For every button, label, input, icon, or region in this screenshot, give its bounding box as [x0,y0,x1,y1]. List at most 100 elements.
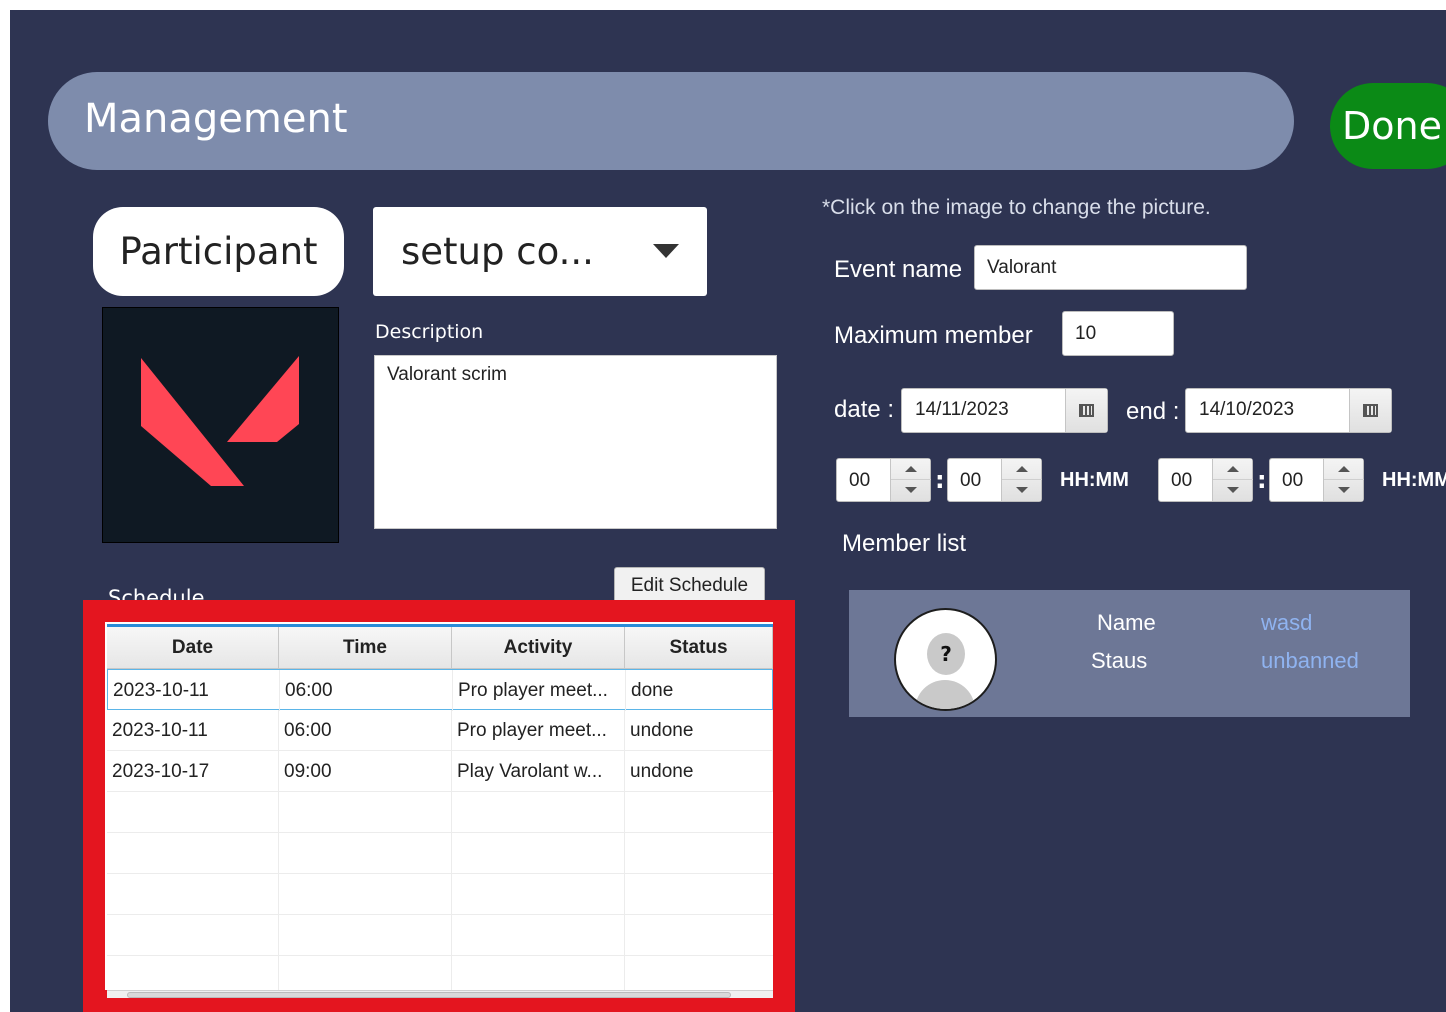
event-name-input[interactable]: Valorant [974,245,1247,290]
empty-cell [107,956,279,990]
cell-time: 06:00 [279,710,452,751]
image-hint-text: *Click on the image to change the pictur… [822,196,1211,219]
empty-row [107,874,773,915]
empty-cell [452,792,625,833]
chevron-down-icon [1016,487,1028,493]
chevron-down-icon[interactable] [653,244,679,258]
spinner-buttons [890,459,931,501]
empty-cell [452,915,625,956]
end-time-format-label: HH:MM [1382,469,1446,491]
decrement-button[interactable] [891,480,931,501]
time-separator: : [1257,466,1267,494]
setup-dropdown[interactable]: setup co... [373,207,707,296]
empty-row [107,915,773,956]
description-label: Description [375,321,484,343]
start-date-picker[interactable]: 14/11/2023 [901,388,1108,433]
end-hour-spinner[interactable]: 00 [1158,458,1253,502]
start-time-format-label: HH:MM [1060,469,1129,491]
increment-button[interactable] [1002,459,1042,480]
member-name-label: Name [1097,610,1156,635]
calendar-icon [1079,404,1094,417]
description-textarea[interactable]: Valorant scrim [374,355,777,529]
time-separator: : [935,466,945,494]
spinner-buttons [1001,459,1042,501]
max-member-label: Maximum member [834,322,1033,349]
cell-status: done [626,670,773,711]
empty-cell [107,915,279,956]
empty-row [107,792,773,833]
member-status-label: Staus [1091,648,1148,673]
empty-cell [279,874,452,915]
end-date-picker[interactable]: 14/10/2023 [1185,388,1392,433]
column-header-status[interactable]: Status [625,627,773,669]
start-minute-spinner[interactable]: 00 [947,458,1042,502]
start-minute-value: 00 [960,470,982,491]
empty-cell [107,833,279,874]
table-row[interactable]: 2023-10-11 06:00 Pro player meet... done [107,669,773,711]
increment-button[interactable] [1324,459,1364,480]
start-date-label: date : [834,396,895,423]
table-header: Date Time Activity Status [107,627,773,669]
chevron-up-icon [905,466,917,472]
calendar-icon [1363,404,1378,417]
empty-cell [279,956,452,990]
cell-time: 09:00 [279,751,452,792]
cell-date: 2023-10-11 [107,710,279,751]
table-row[interactable]: 2023-10-17 09:00 Play Varolant w... undo… [107,751,773,792]
end-date-label: end : [1126,398,1180,425]
avatar-body-icon [915,680,975,709]
empty-cell [279,915,452,956]
scrollbar-thumb[interactable] [127,992,731,998]
increment-button[interactable] [1213,459,1253,480]
column-header-time[interactable]: Time [279,627,452,669]
decrement-button[interactable] [1324,480,1364,501]
management-window: Management Done Participant setup co... … [10,10,1446,1012]
end-minute-value: 00 [1282,470,1304,491]
avatar: ? [894,608,997,711]
start-date-value: 14/11/2023 [915,399,1009,420]
empty-cell [279,792,452,833]
member-name-value: wasd [1261,610,1313,635]
cell-activity: Pro player meet... [452,710,625,751]
empty-cell [452,874,625,915]
event-name-label: Event name [834,256,963,283]
cell-status: undone [625,710,773,751]
end-minute-spinner[interactable]: 00 [1269,458,1364,502]
horizontal-scrollbar[interactable] [107,990,773,998]
member-list-label: Member list [842,530,967,557]
member-card[interactable]: ? Name wasd Staus unbanned [849,590,1410,717]
empty-row [107,956,773,990]
table-row[interactable]: 2023-10-11 06:00 Pro player meet... undo… [107,710,773,751]
empty-cell [107,792,279,833]
member-status-value: unbanned [1261,648,1359,673]
spinner-buttons [1212,459,1253,501]
valorant-logo-icon [141,356,299,486]
empty-cell [279,833,452,874]
empty-cell [107,874,279,915]
done-button[interactable]: Done [1330,83,1446,169]
cell-time: 06:00 [280,670,453,711]
cell-date: 2023-10-11 [108,670,280,711]
end-date-value: 14/10/2023 [1199,399,1295,420]
chevron-down-icon [1227,487,1239,493]
schedule-table[interactable]: Date Time Activity Status 2023-10-11 06:… [107,624,773,990]
end-date-calendar-button[interactable] [1349,389,1391,432]
start-hour-value: 00 [849,470,871,491]
empty-cell [452,956,625,990]
chevron-up-icon [1338,466,1350,472]
decrement-button[interactable] [1213,480,1253,501]
event-image[interactable] [102,307,339,543]
max-member-input[interactable]: 10 [1062,311,1174,356]
page-title: Management [84,96,348,142]
participant-button[interactable]: Participant [93,207,344,296]
start-hour-spinner[interactable]: 00 [836,458,931,502]
start-date-calendar-button[interactable] [1065,389,1107,432]
increment-button[interactable] [891,459,931,480]
chevron-down-icon [905,487,917,493]
cell-date: 2023-10-17 [107,751,279,792]
cell-status: undone [625,751,773,792]
column-header-activity[interactable]: Activity [452,627,625,669]
header-bar: Management [48,72,1294,170]
column-header-date[interactable]: Date [107,627,279,669]
decrement-button[interactable] [1002,480,1042,501]
